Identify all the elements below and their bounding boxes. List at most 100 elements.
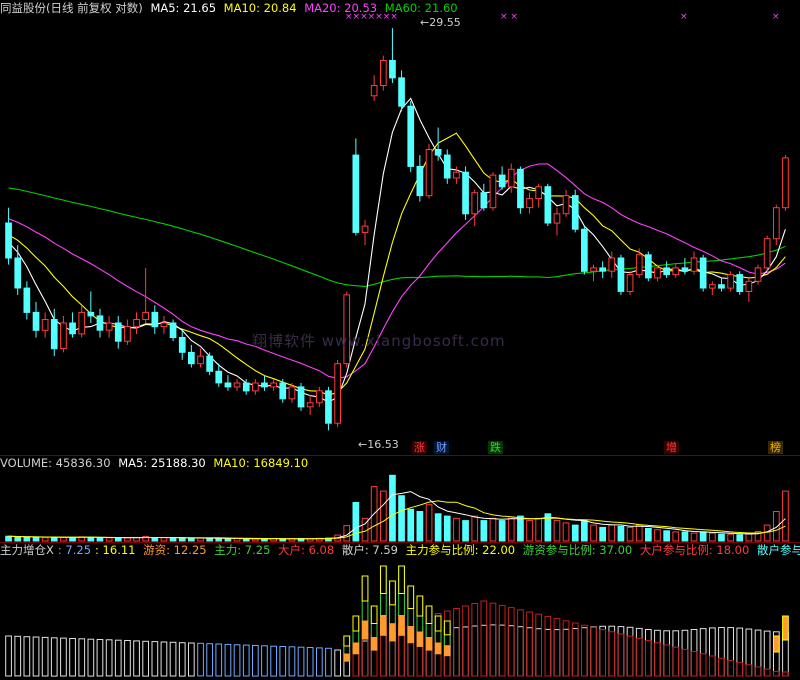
flow-bar[interactable] bbox=[608, 625, 616, 677]
candle[interactable] bbox=[297, 386, 305, 408]
candle[interactable] bbox=[197, 355, 204, 365]
candle[interactable] bbox=[718, 284, 725, 289]
candle[interactable] bbox=[370, 85, 378, 97]
candle[interactable] bbox=[233, 382, 241, 388]
flow-bar[interactable] bbox=[471, 625, 479, 677]
flow-bar[interactable] bbox=[699, 628, 707, 677]
candle[interactable] bbox=[87, 311, 95, 317]
volume-bar[interactable] bbox=[535, 517, 542, 542]
candle[interactable] bbox=[498, 174, 506, 188]
volume-bar[interactable] bbox=[727, 533, 734, 542]
volume-bar[interactable] bbox=[60, 536, 67, 542]
flow-bar[interactable] bbox=[279, 646, 287, 677]
volume-bar[interactable] bbox=[389, 474, 396, 542]
flow-bar[interactable] bbox=[188, 642, 195, 677]
volume-bar[interactable] bbox=[197, 537, 204, 542]
flow-bar[interactable] bbox=[233, 644, 241, 677]
event-marker[interactable]: 财 bbox=[434, 441, 449, 454]
flow-bar[interactable] bbox=[87, 638, 95, 677]
candle[interactable] bbox=[581, 228, 588, 272]
capital-flow-panel[interactable]: 主力增仓X: 7.25: 16.11 游资: 12.25 主力: 7.25 大户… bbox=[0, 542, 800, 680]
flow-bar[interactable] bbox=[105, 639, 113, 677]
flow-bar[interactable] bbox=[709, 627, 716, 677]
flow-bar[interactable] bbox=[206, 643, 214, 677]
flow-bar[interactable] bbox=[581, 627, 588, 677]
volume-bar[interactable] bbox=[718, 533, 725, 542]
flow-bar[interactable] bbox=[160, 641, 168, 677]
volume-bar[interactable] bbox=[562, 522, 570, 542]
volume-bar[interactable] bbox=[380, 490, 387, 542]
volume-bar[interactable] bbox=[416, 511, 424, 542]
flow-bar[interactable] bbox=[745, 628, 753, 677]
candle[interactable] bbox=[407, 105, 415, 167]
volume-bar[interactable] bbox=[32, 536, 40, 542]
candle[interactable] bbox=[50, 319, 58, 350]
flow-bar[interactable] bbox=[562, 628, 570, 677]
candle[interactable] bbox=[590, 267, 597, 272]
candle[interactable] bbox=[242, 382, 250, 392]
flow-bar[interactable] bbox=[398, 628, 405, 677]
candle[interactable] bbox=[389, 60, 396, 79]
candle[interactable] bbox=[188, 351, 195, 365]
volume-bar[interactable] bbox=[654, 529, 661, 542]
candle[interactable] bbox=[736, 274, 744, 293]
flow-bar[interactable] bbox=[197, 642, 204, 677]
flow-bar[interactable] bbox=[526, 627, 533, 677]
volume-bar[interactable] bbox=[41, 537, 49, 542]
volume-bar[interactable] bbox=[553, 520, 561, 542]
flow-bar[interactable] bbox=[124, 640, 131, 677]
candle[interactable] bbox=[325, 390, 332, 424]
volume-bar[interactable] bbox=[425, 504, 433, 542]
flow-bar[interactable] bbox=[645, 629, 652, 677]
candle[interactable] bbox=[709, 284, 716, 289]
candle[interactable] bbox=[480, 192, 488, 209]
volume-bar[interactable] bbox=[23, 536, 31, 542]
flow-bar[interactable] bbox=[325, 647, 332, 677]
volume-bar[interactable] bbox=[407, 508, 415, 542]
volume-bar[interactable] bbox=[617, 525, 625, 542]
flow-bar[interactable] bbox=[224, 643, 232, 677]
flow-bar[interactable] bbox=[69, 638, 76, 677]
candle[interactable] bbox=[306, 402, 314, 408]
volume-bar[interactable] bbox=[782, 490, 789, 542]
capital-flow-bars[interactable] bbox=[0, 542, 800, 680]
candle[interactable] bbox=[78, 311, 86, 335]
volume-bar[interactable] bbox=[736, 534, 744, 542]
candle[interactable] bbox=[14, 257, 22, 289]
flow-bar[interactable] bbox=[553, 629, 561, 677]
volume-bar[interactable] bbox=[590, 524, 597, 542]
flow-bar[interactable] bbox=[590, 626, 597, 677]
volume-bar[interactable] bbox=[398, 495, 405, 542]
flow-bar[interactable] bbox=[690, 629, 698, 677]
candle[interactable] bbox=[32, 311, 40, 331]
candle[interactable] bbox=[380, 60, 387, 86]
flow-bar[interactable] bbox=[736, 627, 744, 677]
candle[interactable] bbox=[507, 168, 515, 188]
candle[interactable] bbox=[270, 382, 277, 388]
volume-bar[interactable] bbox=[480, 520, 488, 542]
candle[interactable] bbox=[562, 195, 570, 215]
candle[interactable] bbox=[361, 225, 369, 233]
volume-bar[interactable] bbox=[96, 537, 104, 542]
candle[interactable] bbox=[535, 186, 542, 200]
candle[interactable] bbox=[215, 370, 223, 384]
volume-bar[interactable] bbox=[279, 538, 287, 542]
candle[interactable] bbox=[288, 386, 296, 400]
volume-bar[interactable] bbox=[69, 537, 76, 542]
volume-bar[interactable] bbox=[14, 536, 22, 542]
candle[interactable] bbox=[169, 322, 177, 338]
candle[interactable] bbox=[635, 254, 643, 276]
flow-bar[interactable] bbox=[718, 627, 725, 677]
candle[interactable] bbox=[645, 254, 652, 279]
candle[interactable] bbox=[654, 267, 661, 279]
candle[interactable] bbox=[352, 154, 360, 233]
price-chart-panel[interactable]: 同益股份(日线 前复权 对数) MA5: 21.65 MA10: 20.84 M… bbox=[0, 0, 800, 455]
volume-bar[interactable] bbox=[517, 515, 524, 542]
candle[interactable] bbox=[41, 319, 49, 331]
candle[interactable] bbox=[96, 315, 104, 331]
volume-panel[interactable]: VOLUME: 45836.30 MA5: 25188.30 MA10: 168… bbox=[0, 455, 800, 542]
flow-bar[interactable] bbox=[361, 640, 369, 677]
candle[interactable] bbox=[553, 213, 561, 224]
candle[interactable] bbox=[526, 198, 533, 209]
candle[interactable] bbox=[23, 287, 31, 313]
